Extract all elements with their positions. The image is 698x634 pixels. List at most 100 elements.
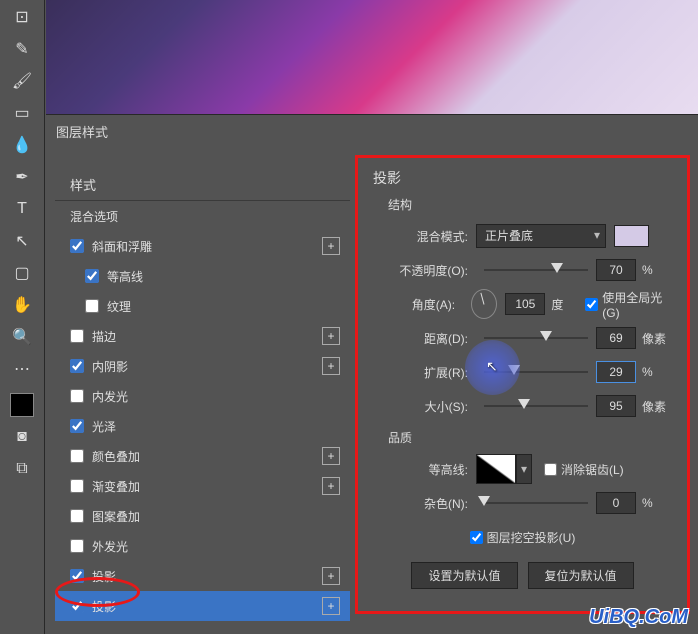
watermark: UiBQ.CoM [589,606,688,629]
noise-label: 杂色(N): [373,495,468,512]
style-item-texture[interactable]: 纹理 [55,291,350,321]
eyedropper-icon[interactable]: ✎ [6,37,38,61]
style-checkbox[interactable] [85,299,99,313]
contour-dropdown[interactable]: ▾ [516,454,532,484]
style-label: 纹理 [107,298,131,315]
blur-icon[interactable]: 💧 [6,133,38,157]
canvas-preview [46,0,698,115]
tool-palette: ⊡ ✎ 🖌 ▭ 💧 ✒ T ↖ ▢ ✋ 🔍 ⋯ ◙ ⧉ [0,0,45,634]
make-default-button[interactable]: 设置为默认值 [411,562,517,589]
global-light-label: 使用全局光 (G) [602,289,672,320]
angle-input[interactable] [505,293,545,315]
ellipsis-icon[interactable]: ⋯ [6,357,38,381]
add-effect-button[interactable]: + [322,237,340,255]
add-effect-button[interactable]: + [322,597,340,615]
style-item-inner-glow[interactable]: 内发光 [55,381,350,411]
style-checkbox[interactable] [70,539,84,553]
pen-icon[interactable]: ✒ [6,165,38,189]
knockout-checkbox[interactable] [470,531,483,544]
brush-icon[interactable]: 🖌 [6,69,38,93]
style-label: 投影 [92,598,116,615]
style-item-color-overlay[interactable]: 颜色叠加 + [55,441,350,471]
drop-shadow-settings: 投影 结构 混合模式: 正片叠底 不透明度(O): % 角度(A): 度 使用全… [355,155,690,614]
style-item-drop-shadow[interactable]: 投影 + [55,561,350,591]
add-effect-button[interactable]: + [322,357,340,375]
style-label: 内阴影 [92,358,128,375]
add-effect-button[interactable]: + [322,477,340,495]
style-checkbox[interactable] [70,419,84,433]
style-checkbox[interactable] [70,449,84,463]
quality-heading: 品质 [388,429,672,446]
style-checkbox[interactable] [70,569,84,583]
noise-input[interactable] [596,492,636,514]
blend-options-row[interactable]: 混合选项 [55,201,350,231]
style-label: 光泽 [92,418,116,435]
structure-heading: 结构 [388,196,672,213]
style-item-pattern-overlay[interactable]: 图案叠加 [55,501,350,531]
style-checkbox[interactable] [70,509,84,523]
style-label: 描边 [92,328,116,345]
style-checkbox[interactable] [70,239,84,253]
style-label: 图案叠加 [92,508,140,525]
global-light-checkbox[interactable] [585,298,598,311]
hand-icon[interactable]: ✋ [6,293,38,317]
style-label: 颜色叠加 [92,448,140,465]
style-item-contour[interactable]: 等高线 [55,261,350,291]
path-icon[interactable]: ↖ [6,229,38,253]
styles-heading: 样式 [55,165,350,201]
noise-slider[interactable] [484,502,588,504]
opacity-input[interactable] [596,259,636,281]
size-input[interactable] [596,395,636,417]
text-icon[interactable]: T [6,197,38,221]
blend-options-label: 混合选项 [70,208,118,225]
shadow-color-swatch[interactable] [614,225,649,247]
opacity-slider[interactable] [484,269,588,271]
distance-slider[interactable] [484,337,588,339]
style-checkbox[interactable] [70,329,84,343]
size-label: 大小(S): [373,398,468,415]
style-checkbox[interactable] [85,269,99,283]
noise-unit: % [642,496,672,510]
style-checkbox[interactable] [70,599,84,613]
screen-mode-icon[interactable]: ⧉ [6,457,38,481]
add-effect-button[interactable]: + [322,447,340,465]
add-effect-button[interactable]: + [322,327,340,345]
spread-slider[interactable] [484,371,588,373]
style-label: 外发光 [92,538,128,555]
shape-icon[interactable]: ▢ [6,261,38,285]
distance-label: 距离(D): [373,330,468,347]
spread-label: 扩展(R): [373,364,468,381]
quickmask-icon[interactable]: ◙ [6,425,38,449]
add-effect-button[interactable]: + [322,567,340,585]
style-checkbox[interactable] [70,359,84,373]
style-item-inner-shadow[interactable]: 内阴影 + [55,351,350,381]
contour-picker[interactable] [476,454,516,484]
style-item-satin[interactable]: 光泽 [55,411,350,441]
style-checkbox[interactable] [70,479,84,493]
angle-dial[interactable] [471,289,497,319]
size-unit: 像素 [642,398,672,415]
foreground-swatch[interactable] [10,393,34,417]
size-slider[interactable] [484,405,588,407]
antialias-checkbox[interactable] [544,463,557,476]
spread-unit: % [642,365,672,379]
style-item-drop-shadow-2[interactable]: 投影 + [55,591,350,621]
rectangle-icon[interactable]: ▭ [6,101,38,125]
dialog-title: 图层样式 [56,122,108,141]
zoom-icon[interactable]: 🔍 [6,325,38,349]
style-item-gradient-overlay[interactable]: 渐变叠加 + [55,471,350,501]
styles-list-panel: 样式 混合选项 斜面和浮雕 + 等高线 纹理 描边 + 内阴影 + 内发光 光泽… [55,165,350,610]
blend-mode-select[interactable]: 正片叠底 [476,224,606,248]
style-label: 渐变叠加 [92,478,140,495]
style-item-stroke[interactable]: 描边 + [55,321,350,351]
spread-input[interactable] [596,361,636,383]
crop-icon[interactable]: ⊡ [6,5,38,29]
reset-default-button[interactable]: 复位为默认值 [528,562,634,589]
style-item-bevel[interactable]: 斜面和浮雕 + [55,231,350,261]
style-label: 内发光 [92,388,128,405]
angle-unit: 度 [551,296,577,313]
style-item-outer-glow[interactable]: 外发光 [55,531,350,561]
distance-input[interactable] [596,327,636,349]
knockout-label: 图层挖空投影(U) [487,529,576,546]
style-checkbox[interactable] [70,389,84,403]
